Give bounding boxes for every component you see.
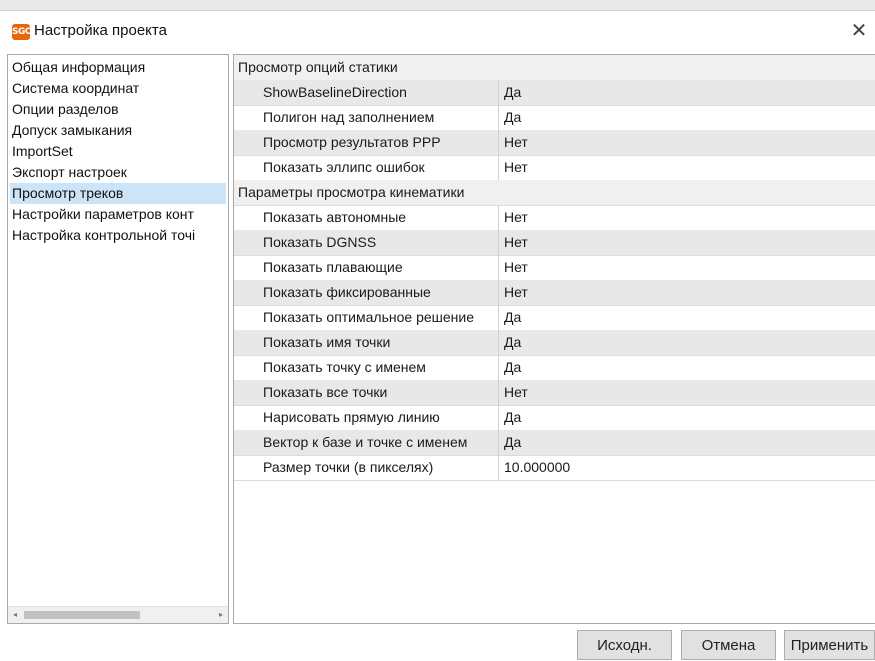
property-name: Показать оптимальное решение	[263, 309, 474, 325]
property-value[interactable]: Да	[504, 405, 864, 429]
property-name: Просмотр результатов PPP	[263, 134, 441, 150]
settings-tree[interactable]: Общая информация Система координат Опции р…	[7, 54, 229, 624]
property-name: Вектор к базе и точке с именем	[263, 434, 468, 450]
property-row[interactable]: Показать автономные Нет	[234, 205, 875, 231]
tree-item[interactable]: Общая информация	[10, 57, 226, 78]
column-divider	[498, 255, 499, 280]
column-divider	[498, 105, 499, 130]
tree-item[interactable]: Настройка контрольной точі	[10, 225, 226, 246]
column-divider	[498, 330, 499, 355]
property-name: Показать DGNSS	[263, 234, 377, 250]
tree-item[interactable]: Система координат	[10, 78, 226, 99]
property-row[interactable]: Показать фиксированные Нет	[234, 280, 875, 306]
property-name: Показать фиксированные	[263, 284, 431, 300]
property-row[interactable]: Полигон над заполнением Да	[234, 105, 875, 131]
scroll-right-icon[interactable]: ▸	[216, 609, 226, 621]
window-top-edge	[0, 0, 875, 11]
property-row[interactable]: Показать эллипс ошибок Нет	[234, 155, 875, 181]
property-row[interactable]: Просмотр результатов PPP Нет	[234, 130, 875, 156]
apply-button[interactable]: Применить	[784, 630, 875, 660]
property-value[interactable]: Нет	[504, 255, 864, 279]
column-divider	[498, 130, 499, 155]
cancel-button[interactable]: Отмена	[681, 630, 776, 660]
property-grid: Просмотр опций статики ShowBaselineDirect…	[233, 54, 875, 624]
column-divider	[498, 430, 499, 455]
property-row[interactable]: Размер точки (в пикселях) 10.000000	[234, 455, 875, 481]
property-name: Показать все точки	[263, 384, 388, 400]
property-row[interactable]: ShowBaselineDirection Да	[234, 80, 875, 106]
property-value[interactable]: Нет	[504, 280, 864, 304]
property-group-header[interactable]: Просмотр опций статики	[234, 55, 875, 81]
column-divider	[498, 455, 499, 480]
property-row[interactable]: Показать все точки Нет	[234, 380, 875, 406]
column-divider	[498, 80, 499, 105]
tree-item[interactable]: Опции разделов	[10, 99, 226, 120]
property-name: Показать имя точки	[263, 334, 391, 350]
property-name: Нарисовать прямую линию	[263, 409, 440, 425]
property-name: Полигон над заполнением	[263, 109, 435, 125]
group-label: Просмотр опций статики	[238, 59, 398, 75]
tree-item[interactable]: Экспорт настроек	[10, 162, 226, 183]
close-button[interactable]: ✕	[846, 17, 872, 43]
property-name: ShowBaselineDirection	[263, 84, 407, 100]
column-divider	[498, 380, 499, 405]
property-row[interactable]: Показать DGNSS Нет	[234, 230, 875, 256]
tree-horizontal-scrollbar[interactable]: ◂ ▸	[8, 606, 228, 623]
tree-item[interactable]: Просмотр треков	[10, 183, 226, 204]
property-value[interactable]: Да	[504, 330, 864, 354]
property-value[interactable]: Да	[504, 430, 864, 454]
tree-item[interactable]: Допуск замыкания	[10, 120, 226, 141]
scroll-left-icon[interactable]: ◂	[10, 609, 20, 621]
property-row[interactable]: Показать точку с именем Да	[234, 355, 875, 381]
column-divider	[498, 305, 499, 330]
title-bar: SGO Настройка проекта ✕	[0, 11, 875, 47]
property-value[interactable]: Нет	[504, 230, 864, 254]
property-value[interactable]: Нет	[504, 130, 864, 154]
property-name: Показать плавающие	[263, 259, 403, 275]
app-logo-icon: SGO	[12, 24, 33, 40]
tree-item[interactable]: Настройки параметров конт	[10, 204, 226, 225]
property-value[interactable]: 10.000000	[504, 455, 864, 479]
property-name: Показать эллипс ошибок	[263, 159, 425, 175]
column-divider	[498, 405, 499, 430]
property-value[interactable]: Нет	[504, 380, 864, 404]
property-row[interactable]: Показать оптимальное решение Да	[234, 305, 875, 331]
property-value[interactable]: Да	[504, 305, 864, 329]
default-button[interactable]: Исходн.	[577, 630, 672, 660]
column-divider	[498, 230, 499, 255]
group-label: Параметры просмотра кинематики	[238, 184, 465, 200]
property-value[interactable]: Да	[504, 355, 864, 379]
property-row[interactable]: Показать плавающие Нет	[234, 255, 875, 281]
property-name: Показать точку с именем	[263, 359, 426, 375]
property-value[interactable]: Да	[504, 80, 864, 104]
property-name: Размер точки (в пикселях)	[263, 459, 434, 475]
tree-item[interactable]: ImportSet	[10, 141, 226, 162]
column-divider	[498, 280, 499, 305]
property-row[interactable]: Вектор к базе и точке с именем Да	[234, 430, 875, 456]
property-value[interactable]: Нет	[504, 155, 864, 179]
window-title: Настройка проекта	[34, 22, 167, 39]
property-name: Показать автономные	[263, 209, 407, 225]
property-row[interactable]: Нарисовать прямую линию Да	[234, 405, 875, 431]
property-value[interactable]: Нет	[504, 205, 864, 229]
scrollbar-thumb[interactable]	[24, 611, 140, 619]
column-divider	[498, 155, 499, 180]
column-divider	[498, 355, 499, 380]
property-group-header[interactable]: Параметры просмотра кинематики	[234, 180, 875, 206]
property-value[interactable]: Да	[504, 105, 864, 129]
property-row[interactable]: Показать имя точки Да	[234, 330, 875, 356]
column-divider	[498, 205, 499, 230]
